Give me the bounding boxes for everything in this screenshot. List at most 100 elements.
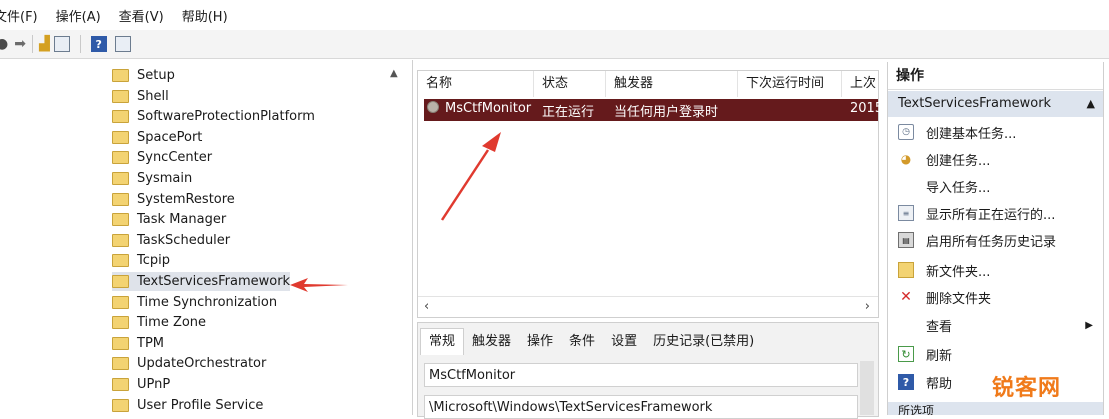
- column-header-last-run[interactable]: 上次: [842, 71, 878, 97]
- action-create-task[interactable]: ◕ 创建任务...: [888, 146, 1103, 172]
- actions-pane: 操作 TextServicesFramework ▲ ◷ 创建基本任务... ◕ 创…: [887, 62, 1104, 415]
- basic-task-icon: ◷: [898, 124, 914, 140]
- folder-icon: [112, 234, 129, 247]
- up-folder-icon[interactable]: ▟: [39, 36, 50, 52]
- action-import-task[interactable]: 导入任务...: [888, 173, 1103, 199]
- column-header-trigger[interactable]: 触发器: [606, 71, 738, 97]
- tree-item-label: Sysmain: [137, 171, 193, 186]
- action-label: 新文件夹...: [926, 264, 991, 280]
- tree-item-label: Shell: [137, 89, 169, 104]
- help-icon: ?: [898, 374, 914, 390]
- action-delete-folder[interactable]: ✕ 删除文件夹: [888, 284, 1103, 310]
- tree-item-synccenter[interactable]: SyncCenter: [112, 148, 212, 167]
- folder-icon: [112, 172, 129, 185]
- folder-icon: [112, 193, 129, 206]
- watermark: 锐客网: [992, 376, 1062, 401]
- menu-file[interactable]: 文件(F): [0, 6, 38, 25]
- folder-icon: [112, 110, 129, 123]
- tree-item-label: Task Manager: [137, 212, 227, 227]
- task-location-field[interactable]: \Microsoft\Windows\TextServicesFramework: [424, 395, 858, 419]
- action-enable-history[interactable]: ▤ 启用所有任务历史记录: [888, 227, 1103, 253]
- tree-item-label: Setup: [137, 68, 175, 83]
- column-header-name[interactable]: 名称: [418, 71, 534, 97]
- action-label: 刷新: [926, 348, 953, 364]
- column-header-status[interactable]: 状态: [534, 71, 606, 97]
- action-new-folder[interactable]: 新文件夹...: [888, 257, 1103, 283]
- delete-icon: ✕: [900, 289, 912, 305]
- help-icon[interactable]: ?: [90, 36, 107, 52]
- menu-action[interactable]: 操作(A): [56, 6, 101, 25]
- column-header-next-run[interactable]: 下次运行时间: [738, 71, 842, 97]
- horizontal-scrollbar[interactable]: ‹ ›: [418, 296, 878, 317]
- folder-icon: [112, 254, 129, 267]
- actions-section-label: TextServicesFramework: [898, 96, 1052, 111]
- actions-section-header[interactable]: TextServicesFramework ▲: [888, 91, 1103, 117]
- menu-view[interactable]: 查看(V): [119, 6, 164, 25]
- task-icon: ◕: [900, 152, 912, 166]
- tree-item-label: SpacePort: [137, 130, 203, 145]
- action-refresh[interactable]: ↻ 刷新: [888, 341, 1103, 367]
- tree-item-task-manager[interactable]: Task Manager: [112, 210, 226, 229]
- tab-conditions[interactable]: 条件: [561, 329, 603, 355]
- task-row[interactable]: MsCtfMonitor 正在运行 当任何用户登录时 2015: [424, 99, 883, 121]
- scroll-left-icon[interactable]: ‹: [424, 299, 429, 314]
- annotation-arrow-up-icon: [440, 132, 501, 221]
- submenu-arrow-icon: ▶: [1085, 319, 1093, 331]
- action-label: 启用所有任务历史记录: [926, 234, 1057, 250]
- tree-item-setup[interactable]: Setup: [112, 66, 175, 85]
- action-view[interactable]: 查看 ▶: [888, 312, 1103, 338]
- tree-item-systemrestore[interactable]: SystemRestore: [112, 190, 235, 209]
- action-label: 创建任务...: [926, 153, 991, 169]
- task-last-run: 2015: [850, 101, 884, 116]
- task-name: MsCtfMonitor: [445, 101, 532, 116]
- task-trigger: 当任何用户登录时: [614, 105, 719, 120]
- tree-item-softwareprotectionplatform[interactable]: SoftwareProtectionPlatform: [112, 107, 315, 126]
- folder-icon: [112, 378, 129, 391]
- tab-triggers[interactable]: 触发器: [464, 329, 519, 355]
- tree-item-label: Time Zone: [137, 315, 207, 330]
- tree-item-textservicesframework[interactable]: TextServicesFramework: [112, 272, 291, 291]
- tree-item-upnp[interactable]: UPnP: [112, 375, 170, 394]
- folder-icon: [112, 131, 129, 144]
- folder-icon: [112, 337, 129, 350]
- folder-icon: [112, 357, 129, 370]
- tree-item-user-profile-service[interactable]: User Profile Service: [112, 396, 263, 415]
- tree-item-sysmain[interactable]: Sysmain: [112, 169, 192, 188]
- action-create-basic-task[interactable]: ◷ 创建基本任务...: [888, 119, 1103, 145]
- action-label: 显示所有正在运行的...: [926, 207, 1056, 223]
- tree-item-spaceport[interactable]: SpacePort: [112, 128, 202, 147]
- scroll-right-icon[interactable]: ›: [865, 299, 870, 314]
- action-show-running[interactable]: ≡ 显示所有正在运行的...: [888, 200, 1103, 226]
- show-hide-tree-icon[interactable]: [53, 36, 70, 52]
- tree-item-updateorchestrator[interactable]: UpdateOrchestrator: [112, 354, 266, 373]
- folder-icon: [112, 399, 129, 412]
- tab-settings[interactable]: 设置: [603, 329, 645, 355]
- tree-item-tpm[interactable]: TPM: [112, 334, 164, 353]
- action-label: 帮助: [926, 376, 953, 392]
- scroll-up-icon[interactable]: ▲: [390, 68, 398, 79]
- task-name-field[interactable]: MsCtfMonitor: [424, 363, 858, 387]
- collapse-icon[interactable]: ▲: [1087, 91, 1095, 117]
- tree-item-label: SystemRestore: [137, 192, 235, 207]
- tree-item-tcpip[interactable]: Tcpip: [112, 251, 170, 270]
- tree-item-label: SyncCenter: [137, 150, 213, 165]
- detail-scrollbar[interactable]: [860, 361, 874, 415]
- tab-actions[interactable]: 操作: [519, 329, 561, 355]
- tree-item-shell[interactable]: Shell: [112, 87, 169, 106]
- action-label: 删除文件夹: [926, 291, 992, 307]
- tree-item-time-zone[interactable]: Time Zone: [112, 313, 206, 332]
- back-icon[interactable]: ●: [0, 36, 8, 52]
- detail-tabs: 常规 触发器 操作 条件 设置 历史记录(已禁用): [418, 323, 762, 355]
- tab-history[interactable]: 历史记录(已禁用): [645, 329, 762, 355]
- tab-general[interactable]: 常规: [420, 328, 465, 355]
- folder-icon: [112, 151, 129, 164]
- selected-item-section[interactable]: 所选项: [888, 402, 1103, 415]
- forward-icon[interactable]: ➡: [14, 36, 26, 52]
- tree-item-label: UpdateOrchestrator: [137, 356, 267, 371]
- show-action-pane-icon[interactable]: [114, 36, 131, 52]
- menu-help[interactable]: 帮助(H): [182, 6, 228, 25]
- task-status: 正在运行: [542, 105, 595, 120]
- folder-icon: [112, 316, 129, 329]
- tree-item-taskscheduler[interactable]: TaskScheduler: [112, 231, 230, 250]
- tree-item-time-synchronization[interactable]: Time Synchronization: [112, 293, 277, 312]
